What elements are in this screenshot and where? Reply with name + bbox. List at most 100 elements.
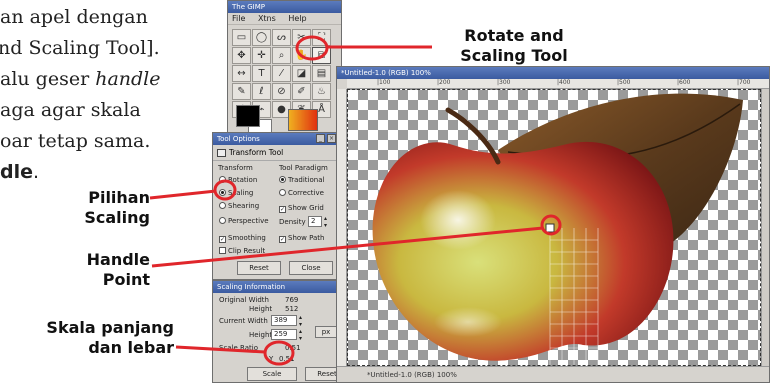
checkbox-clip-result[interactable]: Clip Result: [219, 247, 265, 255]
checkbox-show-grid-box: ✓: [279, 206, 286, 213]
density-field[interactable]: 2: [308, 216, 322, 227]
checkbox-show-path-box: ✓: [279, 236, 286, 243]
radio-shearing[interactable]: Shearing: [219, 202, 259, 210]
tool-button-15[interactable]: ✎: [232, 83, 251, 100]
paragraph-line-3: alu geser handle: [0, 68, 161, 90]
density-spinner-icon[interactable]: ▴ ▾: [324, 215, 327, 229]
current-width-field[interactable]: 389: [271, 315, 297, 326]
tool-button-5[interactable]: ✥: [232, 47, 251, 64]
apple-highlight: [420, 190, 496, 250]
paragraph-period: .: [33, 161, 40, 183]
original-width-value: 769: [285, 296, 299, 304]
callout-rotate-line2: Scaling Tool: [460, 46, 568, 65]
tool-button-8[interactable]: ✋: [292, 47, 311, 64]
tool-button-10[interactable]: ↔: [232, 65, 251, 82]
original-height-label: Height: [249, 305, 273, 313]
radio-shearing-dot: [219, 202, 226, 209]
current-height-field[interactable]: 259: [271, 329, 297, 340]
image-canvas[interactable]: [347, 89, 761, 366]
tool-button-13[interactable]: ◪: [292, 65, 311, 82]
callout-pilihan-line1: Pilihan: [88, 188, 150, 207]
scale-button[interactable]: Scale: [247, 367, 297, 381]
radio-corrective-dot: [279, 189, 286, 196]
vertical-scrollbar[interactable]: [761, 89, 769, 366]
ruler-tick-300: |300: [497, 79, 511, 86]
paragraph-bold-handle: dle: [0, 161, 33, 183]
tool-button-2[interactable]: ᔕ: [272, 29, 291, 46]
width-spinner-icon[interactable]: ▴ ▾: [299, 314, 302, 328]
menu-file[interactable]: File: [232, 14, 245, 23]
apple-body: [372, 141, 674, 361]
ruler-tick-200: |200: [437, 79, 451, 86]
foreground-color-swatch[interactable]: [236, 105, 260, 127]
paragraph-italic-handle: handle: [95, 68, 161, 90]
tool-button-0[interactable]: ▭: [232, 29, 251, 46]
callout-line-scaling-radio: [149, 189, 217, 200]
tool-button-4[interactable]: ⛶: [312, 29, 331, 46]
tool-button-7[interactable]: ⌕: [272, 47, 291, 64]
tool-button-9[interactable]: ⧉: [312, 47, 331, 64]
apple-image: [372, 93, 743, 365]
tool-button-6[interactable]: ✛: [252, 47, 271, 64]
checkbox-show-grid[interactable]: ✓ Show Grid: [279, 204, 324, 213]
callout-skala-line2: dan lebar: [88, 338, 174, 357]
ruler-tick-100: |100: [377, 79, 391, 86]
current-width-label: Current Width: [219, 317, 268, 325]
checkbox-show-path[interactable]: ✓ Show Path: [279, 234, 325, 243]
tool-button-11[interactable]: T: [252, 65, 271, 82]
checkbox-smoothing[interactable]: ✓ Smoothing: [219, 234, 266, 243]
gradient-swatch[interactable]: [288, 109, 318, 131]
close-window-button[interactable]: ×: [327, 134, 336, 143]
tool-button-14[interactable]: ▤: [312, 65, 331, 82]
callout-handle-line2: Point: [102, 270, 150, 289]
tool-button-16[interactable]: ℓ: [252, 83, 271, 100]
scale-ratio-x-value: 0.51: [285, 344, 301, 352]
menu-xtns[interactable]: Xtns: [258, 14, 276, 23]
tool-button-12[interactable]: ⁄: [272, 65, 291, 82]
scaling-handle-point[interactable]: [545, 223, 555, 233]
tool-options-title: Tool Options: [217, 135, 260, 143]
vertical-ruler[interactable]: [337, 89, 347, 366]
scaling-information-window: Scaling Information Original Width 769 H…: [212, 280, 349, 383]
tool-button-3[interactable]: ✂: [292, 29, 311, 46]
checkbox-clip-result-box: [219, 247, 226, 254]
tool-button-18[interactable]: ✐: [292, 83, 311, 100]
checkbox-show-path-label: Show Path: [288, 234, 325, 242]
checkbox-show-grid-label: Show Grid: [288, 204, 324, 212]
transform-group-label: Transform: [218, 164, 253, 172]
paragraph-line-6: dle.: [0, 161, 39, 183]
apple-lower-highlight: [434, 307, 502, 337]
scaling-info-titlebar[interactable]: Scaling Information: [213, 281, 341, 293]
tool-button-17[interactable]: ⊘: [272, 83, 291, 100]
tool-options-window: Tool Options _ × Transform Tool Transfor…: [212, 132, 339, 280]
tool-button-1[interactable]: ◯: [252, 29, 271, 46]
scale-ratio-y-label: Y: [269, 355, 274, 363]
tool-options-titlebar[interactable]: Tool Options _ ×: [213, 133, 338, 145]
unit-select[interactable]: px: [315, 326, 337, 338]
radio-scaling[interactable]: Scaling: [219, 189, 253, 197]
toolbox-titlebar[interactable]: The GIMP: [228, 1, 341, 13]
horizontal-ruler[interactable]: |100 |200 |300 |400 |500 |600 |700: [347, 79, 769, 89]
ruler-tick-500: |500: [617, 79, 631, 86]
paradigm-group-label: Tool Paradigm: [279, 164, 328, 172]
radio-rotation[interactable]: Rotation: [219, 176, 257, 184]
callout-skala-line1: Skala panjang: [46, 318, 174, 337]
radio-rotation-label: Rotation: [228, 176, 258, 184]
density-label: Density: [279, 218, 306, 226]
image-window-titlebar[interactable]: *Untitled-1.0 (RGB) 100%: [337, 67, 769, 79]
scaling-info-title: Scaling Information: [217, 283, 286, 291]
radio-perspective[interactable]: Perspective: [219, 217, 269, 225]
radio-traditional[interactable]: Traditional: [279, 176, 324, 184]
close-button[interactable]: Close: [289, 261, 333, 275]
minimize-button[interactable]: _: [316, 134, 325, 143]
radio-corrective[interactable]: Corrective: [279, 189, 324, 197]
tool-button-19[interactable]: ♨: [312, 83, 331, 100]
height-spinner-icon[interactable]: ▴ ▾: [299, 328, 302, 342]
radio-perspective-dot: [219, 217, 226, 224]
scale-ratio-label: Scale Ratio: [219, 344, 259, 352]
transform-tool-icon: [217, 149, 226, 157]
callout-handle-point: Handle Point: [50, 250, 150, 290]
callout-rotate-line1: Rotate and: [464, 26, 564, 45]
reset-button[interactable]: Reset: [237, 261, 281, 275]
menu-help[interactable]: Help: [288, 14, 306, 23]
